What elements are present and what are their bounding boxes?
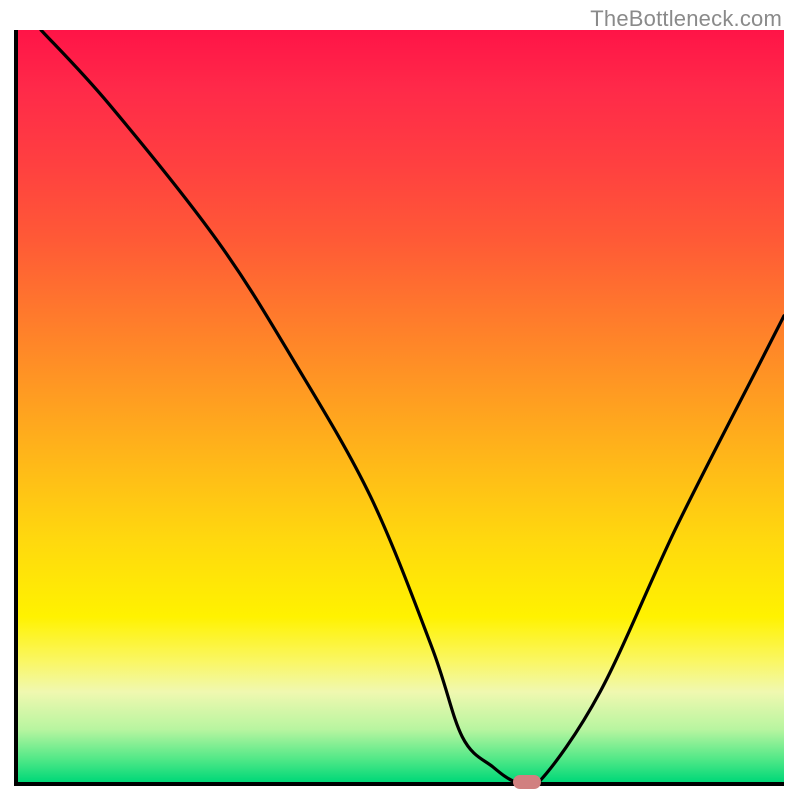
chart-plot-area xyxy=(14,30,784,786)
bottleneck-curve xyxy=(18,30,784,782)
watermark-text: TheBottleneck.com xyxy=(590,6,782,32)
bottleneck-marker xyxy=(513,775,541,789)
